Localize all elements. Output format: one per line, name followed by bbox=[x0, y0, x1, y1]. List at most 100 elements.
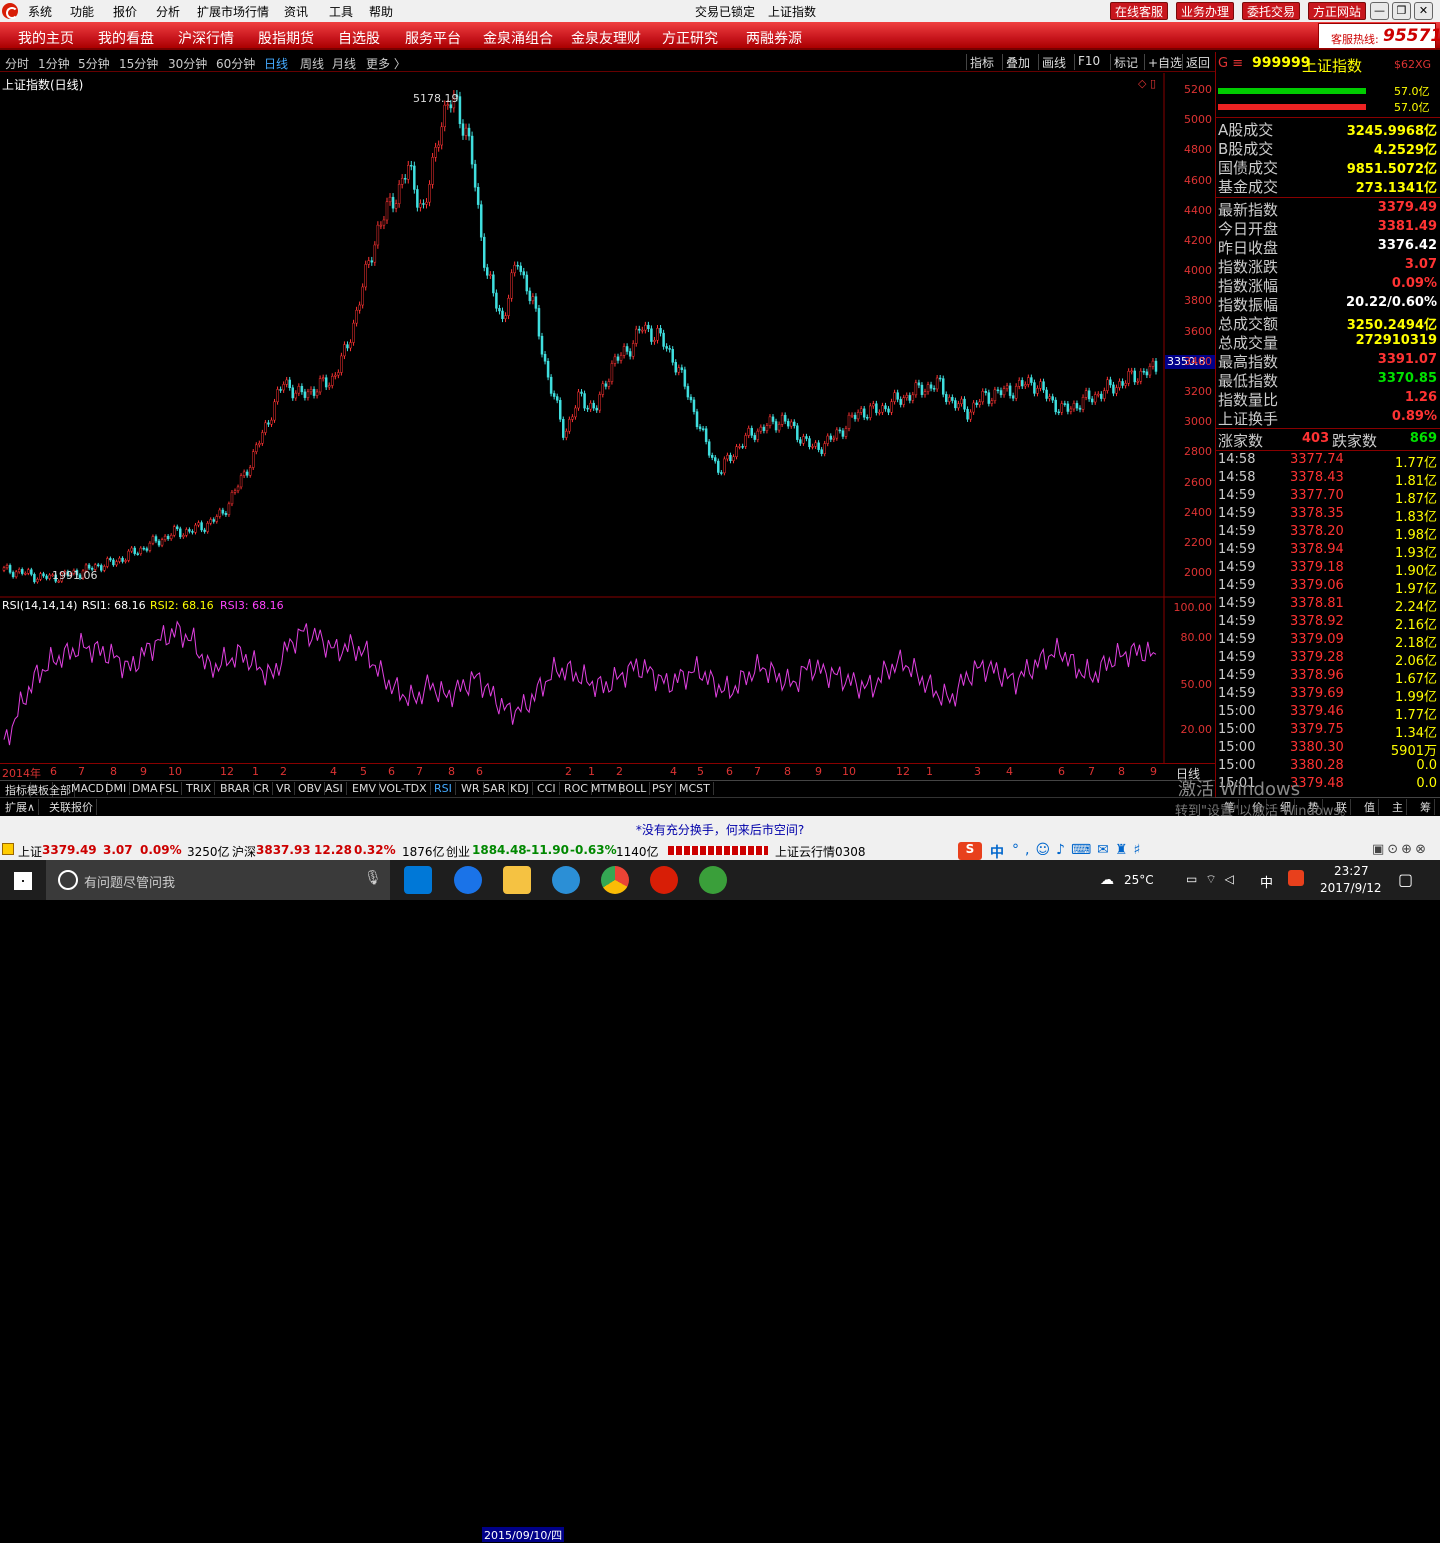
candle-body bbox=[802, 436, 805, 444]
stat-row: 最新指数 3379.49 bbox=[1218, 199, 1439, 219]
menu-tools[interactable]: 工具 bbox=[329, 3, 353, 20]
ime-mode[interactable]: 中 bbox=[990, 842, 1004, 862]
period-weekly[interactable]: 周线 bbox=[300, 55, 324, 72]
period-15min[interactable]: 15分钟 bbox=[119, 55, 158, 72]
search-placeholder[interactable]: 有问题尽管问我 bbox=[84, 872, 175, 891]
nav-futures[interactable]: 股指期货 bbox=[258, 28, 314, 48]
indicator-tab-trix[interactable]: TRIX bbox=[183, 782, 216, 795]
menu-news[interactable]: 资讯 bbox=[284, 3, 308, 20]
ie-icon[interactable] bbox=[552, 866, 580, 894]
chart-area[interactable]: 上证指数(日线) 5178.19 1991.06 3350.8 ◇ ▯ 5200… bbox=[0, 73, 1215, 763]
indicator-tab-brar[interactable]: BRAR bbox=[217, 782, 254, 795]
panel-tab[interactable]: 值 bbox=[1361, 799, 1379, 815]
candle-body bbox=[303, 391, 307, 398]
online-service-button[interactable]: 在线客服 bbox=[1110, 2, 1169, 20]
menu-function[interactable]: 功能 bbox=[70, 3, 94, 20]
indicator-tab-mcst[interactable]: MCST bbox=[676, 782, 714, 795]
period-60min[interactable]: 60分钟 bbox=[216, 55, 255, 72]
tab-related-quote[interactable]: 关联报价 bbox=[46, 799, 97, 815]
tool-add-watch[interactable]: +自选 bbox=[1144, 54, 1185, 70]
nav-hs-market[interactable]: 沪深行情 bbox=[178, 28, 234, 48]
nav-watch[interactable]: 我的看盘 bbox=[98, 28, 154, 48]
tab-extend[interactable]: 扩展∧ bbox=[2, 799, 40, 815]
tool-f10[interactable]: F10 bbox=[1074, 54, 1103, 70]
cy-value: 1884.48 bbox=[472, 843, 527, 857]
indicator-tab-rsi[interactable]: RSI bbox=[431, 782, 456, 795]
panel-tab[interactable]: 筹 bbox=[1417, 799, 1435, 815]
nav-finance[interactable]: 金泉友理财 bbox=[571, 28, 641, 48]
explorer-icon[interactable] bbox=[503, 866, 531, 894]
indicator-tab-sar[interactable]: SAR bbox=[480, 782, 510, 795]
chrome-icon[interactable] bbox=[601, 866, 629, 894]
indicator-tab-asi[interactable]: ASI bbox=[322, 782, 347, 795]
menu-system[interactable]: 系统 bbox=[28, 3, 52, 20]
period-30min[interactable]: 30分钟 bbox=[168, 55, 207, 72]
edge-icon[interactable] bbox=[454, 866, 482, 894]
nav-home[interactable]: 我的主页 bbox=[18, 28, 74, 48]
indicator-tab-psy[interactable]: PSY bbox=[649, 782, 677, 795]
candle-body bbox=[613, 356, 617, 364]
mic-icon[interactable]: 🎙 bbox=[364, 870, 382, 886]
nav-service[interactable]: 服务平台 bbox=[405, 28, 461, 48]
indicator-tab-kdj[interactable]: KDJ bbox=[507, 782, 533, 795]
period-1min[interactable]: 1分钟 bbox=[38, 55, 70, 72]
taskbar-ime[interactable]: 中 bbox=[1260, 872, 1273, 891]
temperature[interactable]: 25°C bbox=[1124, 873, 1154, 887]
panel-g-icon[interactable]: G ≡ bbox=[1218, 56, 1243, 71]
clock-time[interactable]: 23:27 bbox=[1334, 864, 1369, 878]
business-button[interactable]: 业务办理 bbox=[1176, 2, 1235, 20]
restore-icon[interactable]: ❐ bbox=[1392, 2, 1411, 20]
nav-research[interactable]: 方正研究 bbox=[662, 28, 718, 48]
browser-icon[interactable] bbox=[699, 866, 727, 894]
indicator-tab-boll[interactable]: BOLL bbox=[615, 782, 651, 795]
trade-button[interactable]: 委托交易 bbox=[1242, 2, 1301, 20]
menu-quote[interactable]: 报价 bbox=[113, 3, 137, 20]
sogou-tray-icon[interactable] bbox=[1288, 870, 1304, 886]
period-5min[interactable]: 5分钟 bbox=[78, 55, 110, 72]
clock-date[interactable]: 2017/9/12 bbox=[1320, 881, 1382, 895]
indicator-tab-cr[interactable]: CR bbox=[251, 782, 274, 795]
indicator-tab-vol-tdx[interactable]: VOL-TDX bbox=[376, 782, 431, 795]
nav-my-stocks[interactable]: 自选股 bbox=[338, 28, 380, 48]
nav-margin[interactable]: 两融券源 bbox=[746, 28, 802, 48]
trading-app-icon[interactable] bbox=[650, 866, 678, 894]
nav-portfolio[interactable]: 金泉涌组合 bbox=[483, 28, 553, 48]
period-monthly[interactable]: 月线 bbox=[332, 55, 356, 72]
tray-icons[interactable]: ▣⊙⊕⊗ bbox=[1372, 842, 1429, 857]
windows-start-icon[interactable] bbox=[14, 872, 32, 890]
tool-draw[interactable]: 画线 bbox=[1038, 54, 1069, 70]
search-box[interactable]: 有问题尽管问我 🎙 bbox=[46, 860, 390, 900]
period-more[interactable]: 更多 〉 bbox=[366, 55, 406, 72]
minimize-icon[interactable]: — bbox=[1370, 2, 1389, 20]
indicator-tab-vr[interactable]: VR bbox=[273, 782, 296, 795]
candle-body bbox=[765, 425, 769, 431]
candlestick-chart[interactable] bbox=[0, 73, 1215, 763]
indicator-tab-fsl[interactable]: FSL bbox=[156, 782, 183, 795]
tool-mark[interactable]: 标记 bbox=[1110, 54, 1141, 70]
sogou-icon[interactable]: S bbox=[958, 842, 982, 860]
candle-body bbox=[476, 187, 480, 205]
period-timeshare[interactable]: 分时 bbox=[5, 55, 29, 72]
menu-extended[interactable]: 扩展市场行情 bbox=[197, 3, 269, 20]
menu-help[interactable]: 帮助 bbox=[369, 3, 393, 20]
indicator-tab-cci[interactable]: CCI bbox=[534, 782, 560, 795]
panel-tab[interactable]: 主 bbox=[1389, 799, 1407, 815]
indicator-tab-obv[interactable]: OBV bbox=[295, 782, 326, 795]
ime-tools-icon[interactable]: °,☺♪⌨✉♜♯ bbox=[1012, 842, 1146, 858]
news-text[interactable]: *没有充分换手，何来后市空间? bbox=[636, 823, 804, 837]
cortana-icon[interactable] bbox=[58, 870, 78, 890]
tray-status-icons[interactable]: ▭⌔◁ bbox=[1186, 872, 1242, 887]
period-daily[interactable]: 日线 bbox=[264, 55, 288, 72]
notification-icon[interactable]: ▢ bbox=[1398, 870, 1413, 889]
store-icon[interactable] bbox=[404, 866, 432, 894]
x-tick: 9 bbox=[140, 765, 147, 778]
tool-overlay[interactable]: 叠加 bbox=[1002, 54, 1033, 70]
tool-back[interactable]: 返回 bbox=[1182, 54, 1213, 70]
news-ticker[interactable]: *没有充分换手，何来后市空间? bbox=[0, 816, 1440, 840]
close-icon[interactable]: ✕ bbox=[1414, 2, 1433, 20]
indicator-tab-dmi[interactable]: DMI bbox=[102, 782, 131, 795]
tool-indicator[interactable]: 指标 bbox=[966, 54, 997, 70]
website-button[interactable]: 方正网站 bbox=[1308, 2, 1367, 20]
menu-analysis[interactable]: 分析 bbox=[156, 3, 180, 20]
weather-icon[interactable]: ☁ bbox=[1100, 872, 1114, 888]
